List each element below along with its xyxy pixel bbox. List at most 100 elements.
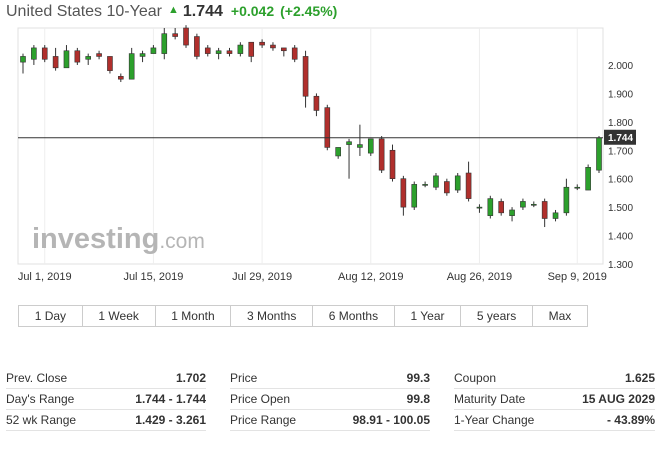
candle-body — [194, 36, 200, 57]
stat-label: Price Range — [230, 413, 297, 427]
candle-body — [85, 56, 92, 60]
stat-label: 1-Year Change — [454, 413, 535, 427]
stat-value: 99.3 — [406, 371, 430, 385]
candle-body — [400, 178, 407, 208]
range-button-5-years[interactable]: 5 years — [461, 306, 533, 326]
candle-body — [107, 56, 113, 71]
stat-row: Prev. Close 1.702 — [6, 368, 206, 389]
candle-body — [324, 107, 331, 148]
candle-body — [367, 138, 374, 154]
current-price-label: 1.744 — [608, 133, 633, 144]
candle-body — [444, 181, 450, 194]
y-tick-label: 1.900 — [608, 89, 633, 100]
range-button-3-months[interactable]: 3 Months — [231, 306, 314, 326]
candle-body — [346, 141, 352, 145]
candle-body — [118, 76, 124, 80]
range-button-6-months[interactable]: 6 Months — [313, 306, 395, 326]
y-tick-label: 1.600 — [608, 175, 633, 186]
candle-body — [248, 41, 255, 57]
candle-body — [596, 137, 602, 171]
stat-row: Day's Range 1.744 - 1.744 — [6, 389, 206, 410]
candle-body — [509, 209, 515, 216]
x-tick-label: Sep 9, 2019 — [548, 271, 607, 283]
candle-body — [41, 47, 48, 60]
candle-body — [476, 206, 483, 209]
candle-body — [313, 95, 320, 111]
y-tick-label: 1.400 — [608, 232, 633, 243]
range-button-1-year[interactable]: 1 Year — [394, 306, 462, 326]
candle-body — [96, 53, 102, 57]
watermark-brand: investing — [32, 223, 159, 255]
stat-value: 1.429 - 3.261 — [135, 413, 206, 427]
candle-body — [161, 33, 168, 54]
candle-body — [63, 50, 70, 69]
candle-body — [237, 44, 244, 54]
stat-row: 52 wk Range 1.429 - 3.261 — [6, 410, 206, 431]
stat-label: Price Open — [230, 392, 291, 406]
price-change-percent: (+2.45%) — [280, 3, 338, 19]
stat-value: - 43.89% — [606, 413, 655, 427]
candle-body — [20, 56, 26, 63]
candle-body — [226, 50, 233, 54]
candle-body — [259, 41, 265, 46]
candle-body — [433, 175, 439, 188]
stat-value: 1.702 — [175, 371, 206, 385]
candle-body — [357, 144, 363, 148]
stat-row: Price Range 98.91 - 100.05 — [230, 410, 430, 431]
time-range-selector: 1 Day 1 Week 1 Month 3 Months 6 Months 1 Year… — [18, 305, 588, 327]
instrument-title: United States 10-Year — [6, 3, 162, 20]
candle-body — [183, 27, 189, 46]
stat-label: Day's Range — [6, 392, 75, 406]
candlestick-chart[interactable]: investing.com 2.000 1.900 1.800 1.700 1.600 1.… — [0, 22, 666, 292]
candle-body — [74, 50, 81, 63]
candle-body — [52, 56, 59, 69]
candle-body — [302, 56, 309, 97]
range-button-1-month[interactable]: 1 Month — [155, 306, 232, 326]
candle-body — [150, 47, 157, 54]
candle-body — [563, 186, 570, 214]
stat-row: 1-Year Change - 43.89% — [454, 410, 655, 431]
candle-body — [422, 184, 428, 186]
y-tick-label: 1.700 — [608, 146, 633, 157]
stat-label: Price — [230, 371, 258, 385]
price-change: +0.042 — [230, 3, 275, 19]
y-tick-label: 1.300 — [608, 260, 633, 271]
candle-body — [585, 167, 591, 191]
candle-body — [204, 47, 211, 54]
candle-body — [498, 201, 504, 214]
candle-body — [574, 186, 581, 189]
y-tick-label: 1.800 — [608, 118, 633, 129]
stat-label: Prev. Close — [6, 371, 68, 385]
candle-body — [139, 53, 146, 57]
candle-body — [378, 138, 385, 171]
stats-column-3: Coupon 1.625 Maturity Date 15 AUG 2029 1-Yea… — [454, 368, 655, 431]
stat-value: 15 AUG 2029 — [582, 392, 655, 406]
range-button-1-week[interactable]: 1 Week — [82, 306, 156, 326]
candle-body — [487, 198, 494, 216]
candle-body — [128, 53, 135, 80]
candle-body — [172, 33, 178, 37]
up-arrow-icon: ▲ — [167, 4, 179, 16]
x-tick-label: Jul 15, 2019 — [123, 271, 183, 283]
candle-body — [465, 172, 472, 199]
candle-body — [541, 201, 548, 219]
x-tick-label: Jul 29, 2019 — [232, 271, 292, 283]
y-tick-label: 2.000 — [608, 61, 633, 72]
stat-label: Coupon — [454, 371, 497, 385]
quote-stats: Prev. Close 1.702 Day's Range 1.744 - 1.744… — [6, 368, 656, 431]
candle-body — [454, 175, 461, 191]
candle-body — [411, 184, 418, 208]
stat-label: 52 wk Range — [6, 413, 77, 427]
stats-column-2: Price 99.3 Price Open 99.8 Price Range 98.91 … — [230, 368, 430, 431]
range-button-max[interactable]: Max — [532, 306, 587, 326]
candle-body — [215, 50, 222, 54]
stats-column-1: Prev. Close 1.702 Day's Range 1.744 - 1.744… — [6, 368, 206, 431]
range-button-1-day[interactable]: 1 Day — [19, 306, 83, 326]
x-tick-label: Jul 1, 2019 — [18, 271, 72, 283]
stat-row: Maturity Date 15 AUG 2029 — [454, 389, 655, 410]
stat-row: Price 99.3 — [230, 368, 430, 389]
stat-label: Maturity Date — [454, 392, 526, 406]
candle-body — [291, 47, 298, 60]
y-tick-label: 1.500 — [608, 203, 633, 214]
stat-value: 99.8 — [406, 392, 430, 406]
